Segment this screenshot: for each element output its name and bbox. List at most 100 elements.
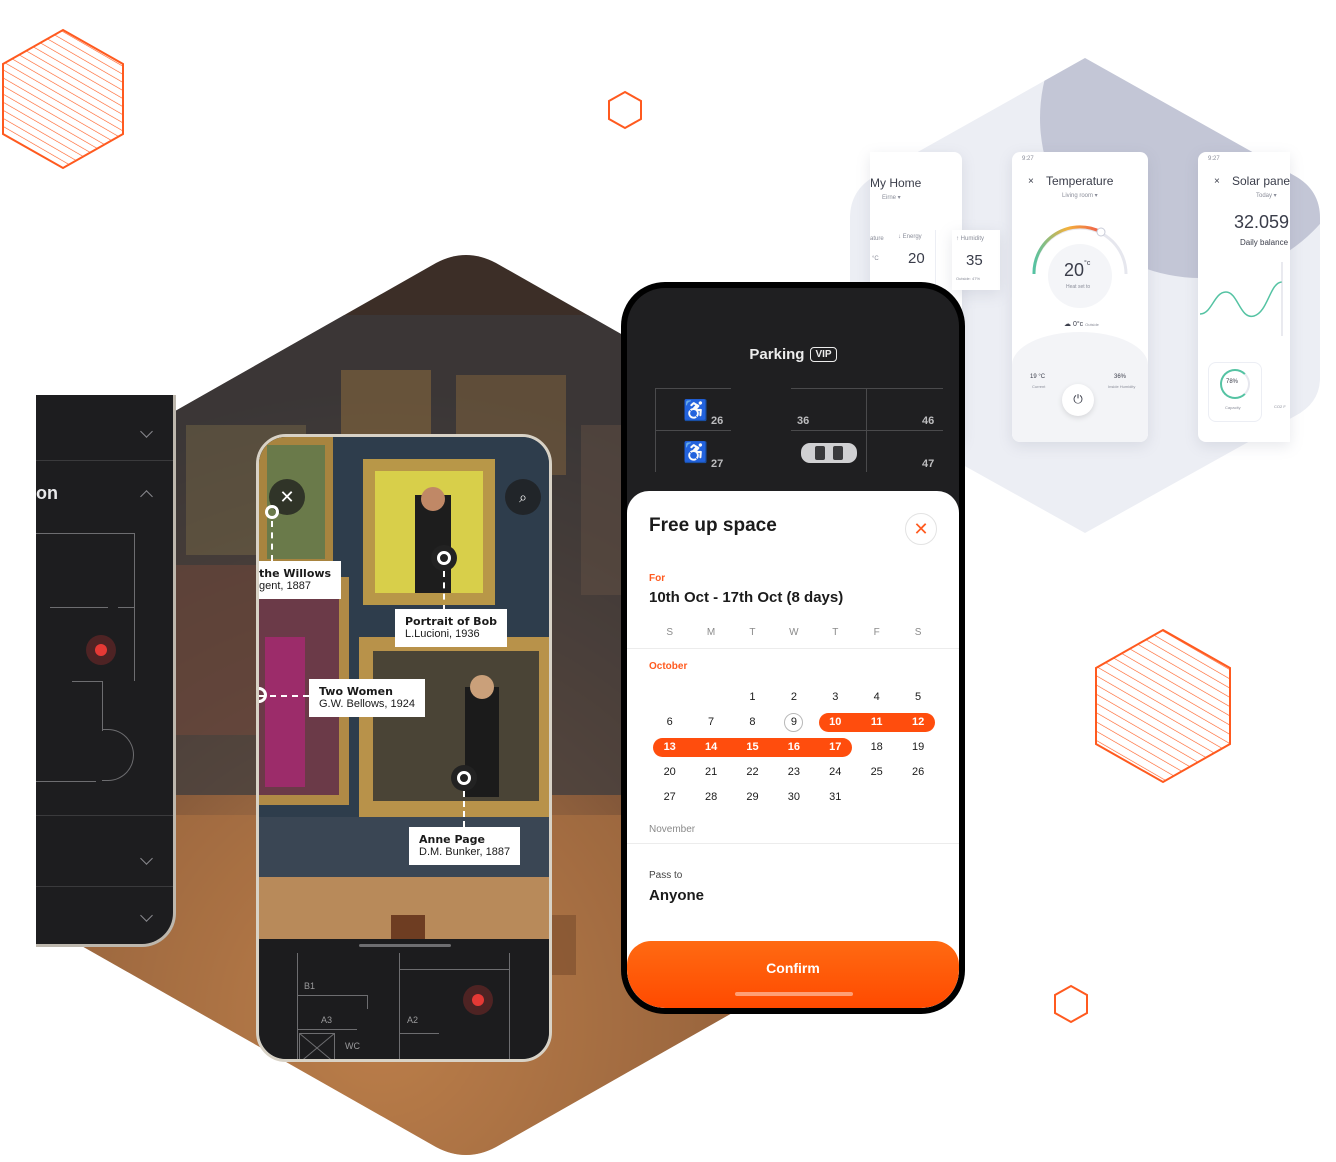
calendar-day[interactable]: 12 [897,710,938,735]
my-home-title: My Home [870,176,922,190]
parking-header: Parking VIP [627,346,959,363]
confirm-button[interactable]: Confirm [627,941,959,1008]
slot-number[interactable]: 46 [922,415,934,427]
calendar-day[interactable]: 22 [732,760,773,785]
slot-number[interactable]: 27 [711,458,723,470]
calendar-day[interactable]: 21 [690,760,731,785]
calendar-day[interactable]: 30 [773,785,814,810]
humidity-label: ↑ Humidity [956,236,985,242]
divider [627,648,959,649]
parking-phone: Parking VIP ♿ 26 ♿ 27 36 46 47 Free up sp… [621,282,965,1014]
capacity-label: Capacity [1225,405,1241,410]
calendar-day[interactable]: 27 [649,785,690,810]
calendar-week: 6 7 8 9 10 11 12 [649,710,939,735]
calendar-day[interactable]: 2 [773,685,814,710]
accordion-row-1[interactable] [36,395,173,461]
search-icon[interactable]: ⌕ [505,479,541,515]
calendar-day[interactable]: 5 [897,685,938,710]
solar-card: 9:27 × Solar pane Today ▾ 32.059 Daily b… [1198,152,1290,442]
slot-divider [655,388,731,389]
chevron-up-icon[interactable] [140,490,153,503]
solar-caption: Daily balance [1240,238,1289,247]
calendar-day[interactable]: 25 [856,760,897,785]
sheet-grabber[interactable] [359,944,451,947]
calendar-day[interactable]: 3 [815,685,856,710]
map-wall [399,1033,439,1034]
location-marker-icon[interactable] [463,985,493,1015]
ar-gallery-phone: ✕ ⌕ the Willows gent, 1887 Portrait of B… [256,434,552,1062]
calendar-day[interactable]: 8 [732,710,773,735]
slot-divider [791,430,943,431]
outside-label: Outside [1085,322,1099,327]
map-wall [36,533,134,534]
calendar-week: 13 14 15 16 17 18 19 [649,735,939,760]
calendar-day[interactable]: 26 [897,760,938,785]
calendar-day[interactable]: 1 [732,685,773,710]
slot-divider [655,430,731,431]
accordion-row-3[interactable] [36,815,173,887]
calendar-day[interactable]: 10 [815,710,856,735]
chevron-down-icon [140,909,153,922]
calendar-day[interactable]: 15 [732,735,773,760]
close-icon[interactable]: × [1028,176,1034,187]
pin-connector [463,791,465,827]
inside-humidity-label: Inside Humidity [1108,384,1136,389]
chevron-down-icon [140,852,153,865]
humidity-note: Outside: 47% [956,276,981,281]
energy-tile: ↓ Energy 20 [896,230,936,286]
artwork-title: Two Women [319,685,393,698]
artwork-label-bob[interactable]: Portrait of Bob L.Lucioni, 1936 [395,609,507,647]
weekday-label: S [666,627,674,638]
slot-number[interactable]: 36 [797,415,809,427]
calendar-day[interactable]: 23 [773,760,814,785]
pass-to-label: Pass to [649,870,683,881]
solar-close-icon[interactable]: × [1214,176,1220,187]
artwork-pin[interactable] [451,765,477,791]
artwork-title: Anne Page [419,833,485,846]
accordion-row-4[interactable] [36,887,173,944]
free-up-space-sheet: Free up space ✕ For 10th Oct - 17th Oct … [627,491,959,1008]
calendar-day[interactable]: 9 [773,710,814,735]
calendar-day[interactable]: 28 [690,785,731,810]
calendar-day[interactable]: 4 [856,685,897,710]
artwork-pin-partial[interactable] [265,505,279,519]
slot-number[interactable]: 47 [922,458,934,470]
date-range: 10th Oct - 17th Oct (8 days) [649,589,844,606]
calendar-day[interactable]: 20 [649,760,690,785]
artwork-label-two-women[interactable]: Two Women G.W. Bellows, 1924 [309,679,425,717]
artwork-artist: G.W. Bellows, 1924 [319,698,415,710]
for-label: For [649,573,666,584]
calendar-day[interactable]: 18 [856,735,897,760]
calendar-day[interactable]: 24 [815,760,856,785]
room-selector[interactable]: Living room ▾ [1062,192,1098,199]
pin-connector [443,571,445,611]
calendar-day[interactable]: 13 [649,735,690,760]
calendar-week: 12345 [649,685,939,710]
calendar-day[interactable]: 14 [690,735,731,760]
calendar-day[interactable]: 11 [856,710,897,735]
striped-hexagon-right [1095,628,1231,784]
outside-temp: ☁ 0°c Outside [1064,321,1099,328]
parking-screen: Parking VIP ♿ 26 ♿ 27 36 46 47 Free up sp… [627,288,959,1008]
calendar-day[interactable]: 17 [815,735,856,760]
slot-number[interactable]: 26 [711,415,723,427]
capacity-value: 78% [1226,379,1239,385]
solar-period[interactable]: Today ▾ [1256,192,1277,199]
power-button[interactable]: ⏻ [1062,384,1094,416]
artwork-label-willows[interactable]: the Willows gent, 1887 [259,561,342,599]
artwork-pin[interactable] [431,545,457,571]
location-marker-icon[interactable] [86,635,116,665]
calendar-day[interactable]: 29 [732,785,773,810]
close-icon[interactable]: ✕ [905,513,937,545]
mini-floor-map[interactable]: B1 A3 A2 WC [259,939,549,1059]
artwork-artist: gent, 1887 [259,580,311,592]
calendar-day[interactable]: 6 [649,710,690,735]
artwork-label-anne-page[interactable]: Anne Page D.M. Bunker, 1887 [409,827,521,865]
calendar-day[interactable]: 7 [690,710,731,735]
calendar-week: 20 21 22 23 24 25 26 [649,760,939,785]
pass-to-value[interactable]: Anyone [649,887,704,904]
calendar-day[interactable]: 16 [773,735,814,760]
calendar-day[interactable]: 31 [815,785,856,810]
calendar-day[interactable]: 19 [897,735,938,760]
map-wall [367,995,368,1009]
